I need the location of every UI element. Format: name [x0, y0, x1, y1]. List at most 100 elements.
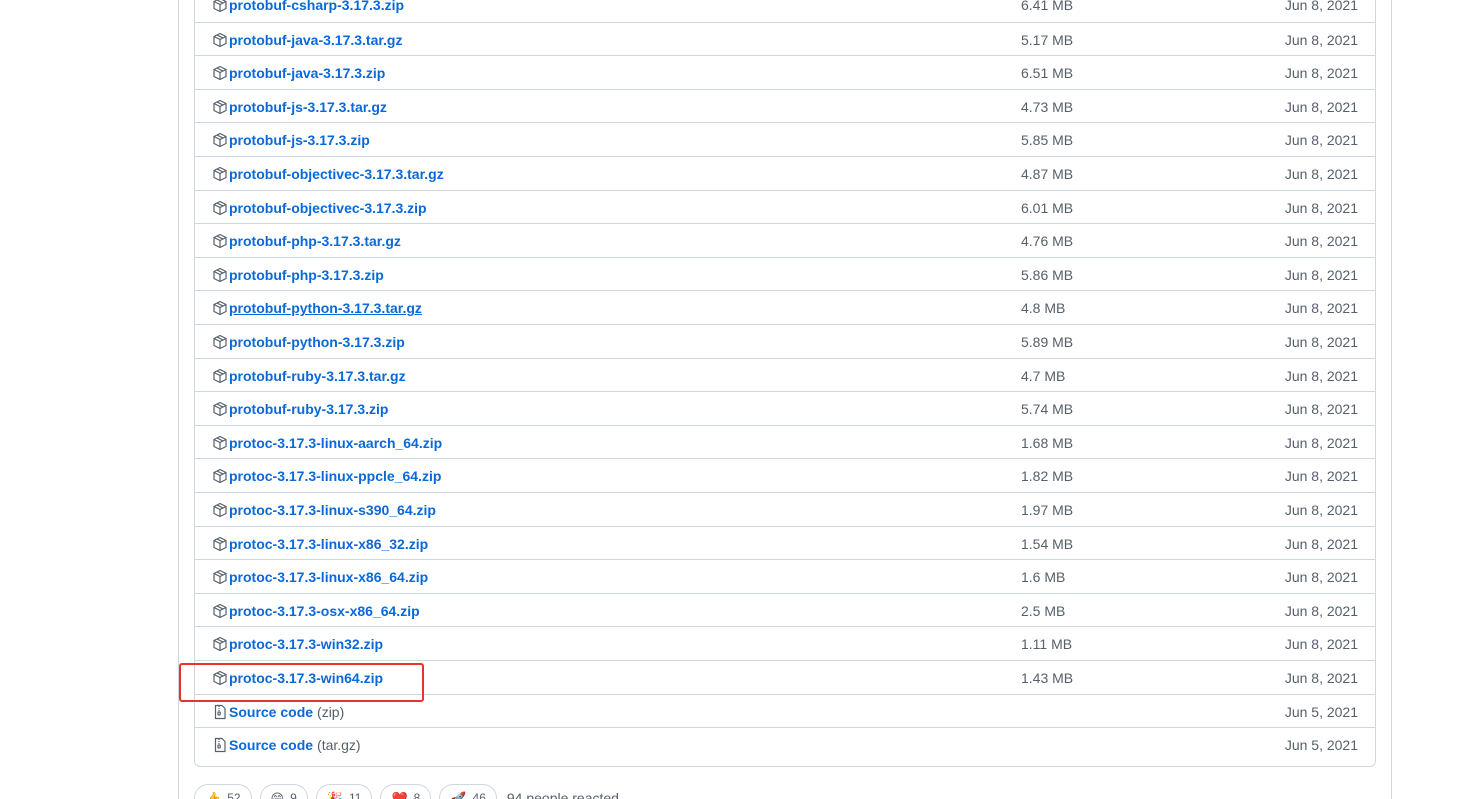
asset-link[interactable]: protobuf-csharp-3.17.3.zip	[212, 0, 404, 22]
asset-link[interactable]: protobuf-python-3.17.3.zip	[212, 325, 405, 359]
reaction-count: 52	[227, 791, 241, 799]
asset-date: Jun 8, 2021	[1284, 602, 1358, 619]
reaction-button[interactable]: 🚀 46	[439, 784, 497, 799]
asset-size: 2.5 MB	[1021, 602, 1066, 619]
asset-date: Jun 8, 2021	[1284, 300, 1358, 317]
reaction-count: 11	[348, 791, 362, 799]
asset-row: protobuf-js-3.17.3.tar.gz 4.73 MB Jun 8, 2…	[195, 88, 1375, 124]
rocket-icon: 🚀	[450, 790, 467, 799]
asset-row: Source code (zip) Jun 5, 2021	[195, 693, 1375, 729]
reaction-count: 46	[472, 791, 486, 799]
asset-link[interactable]: protobuf-objectivec-3.17.3.tar.gz	[212, 157, 444, 191]
asset-link[interactable]: protobuf-js-3.17.3.tar.gz	[212, 90, 387, 124]
asset-link[interactable]: protoc-3.17.3-linux-aarch_64.zip	[212, 426, 442, 460]
reactions-summary: 94 people reacted	[506, 790, 619, 799]
asset-link[interactable]: protobuf-python-3.17.3.tar.gz	[212, 291, 422, 325]
asset-date: Jun 8, 2021	[1284, 468, 1358, 485]
asset-row: Source code (tar.gz) Jun 5, 2021	[195, 727, 1375, 761]
asset-link[interactable]: protobuf-java-3.17.3.tar.gz	[212, 23, 402, 57]
asset-row: protobuf-java-3.17.3.tar.gz 5.17 MB Jun 8,…	[195, 21, 1375, 57]
asset-row: protobuf-python-3.17.3.zip 5.89 MB Jun 8, …	[195, 324, 1375, 358]
asset-row: protobuf-php-3.17.3.tar.gz 4.76 MB Jun 8, …	[195, 223, 1375, 257]
asset-name: protobuf-php-3.17.3.tar.gz	[229, 233, 401, 250]
asset-size: 6.01 MB	[1021, 199, 1074, 216]
asset-name: Source code	[229, 737, 314, 754]
asset-date: Jun 8, 2021	[1284, 0, 1358, 13]
asset-size: 1.43 MB	[1021, 670, 1074, 686]
reaction-button[interactable]: ❤️ 8	[380, 784, 432, 799]
asset-row: protoc-3.17.3-linux-aarch_64.zip 1.68 MB J…	[195, 424, 1375, 460]
asset-size: 6.51 MB	[1021, 65, 1074, 82]
asset-name: protobuf-objectivec-3.17.3.tar.gz	[229, 166, 444, 182]
asset-date: Jun 8, 2021	[1284, 434, 1358, 451]
asset-row: protoc-3.17.3-osx-x86_64.zip 2.5 MB Jun 8,…	[195, 592, 1375, 628]
asset-row: protobuf-python-3.17.3.tar.gz 4.8 MB Jun 8…	[195, 290, 1375, 324]
reaction-button[interactable]: 😄 9	[259, 784, 308, 799]
asset-row: protobuf-objectivec-3.17.3.zip 6.01 MB Jun…	[195, 189, 1375, 225]
asset-size: 1.97 MB	[1021, 502, 1074, 518]
asset-size: 4.76 MB	[1021, 233, 1074, 250]
asset-row: protoc-3.17.3-linux-s390_64.zip 1.97 MB Ju…	[195, 492, 1375, 526]
asset-date: Jun 8, 2021	[1284, 31, 1358, 48]
asset-link[interactable]: protobuf-php-3.17.3.zip	[212, 258, 384, 292]
asset-link[interactable]: protobuf-java-3.17.3.zip	[212, 56, 385, 90]
asset-link[interactable]: protobuf-objectivec-3.17.3.zip	[212, 191, 427, 225]
package-icon	[212, 435, 228, 451]
package-icon	[212, 468, 228, 484]
asset-date: Jun 5, 2021	[1284, 703, 1358, 720]
asset-link[interactable]: protoc-3.17.3-win64.zip	[212, 661, 383, 695]
heart-icon: ❤️	[391, 790, 408, 799]
asset-link[interactable]: protobuf-ruby-3.17.3.zip	[212, 392, 388, 426]
asset-row: protobuf-ruby-3.17.3.zip 5.74 MB Jun 8, 20…	[195, 391, 1375, 425]
asset-name: protoc-3.17.3-linux-ppcle_64.zip	[229, 468, 442, 485]
reactions-bar: 👍 52 😄 9 🎉 11 ❤️ 8 🚀 46 94 people reacted	[194, 783, 619, 799]
smile-icon: 😄	[270, 790, 285, 799]
asset-link[interactable]: protobuf-php-3.17.3.tar.gz	[212, 224, 401, 258]
asset-name: protobuf-java-3.17.3.zip	[229, 65, 386, 82]
package-icon	[212, 200, 228, 216]
asset-size: 5.17 MB	[1021, 31, 1074, 48]
reaction-count: 9	[290, 791, 297, 799]
hooray-icon: 🎉	[326, 790, 343, 799]
asset-date: Jun 8, 2021	[1284, 132, 1358, 149]
asset-name: protobuf-objectivec-3.17.3.zip	[229, 199, 427, 216]
asset-size: 4.73 MB	[1021, 98, 1074, 115]
asset-row: protoc-3.17.3-linux-x86_64.zip 1.6 MB Jun …	[195, 559, 1375, 593]
asset-name: protobuf-js-3.17.3.zip	[229, 132, 370, 149]
asset-name: protobuf-java-3.17.3.tar.gz	[229, 31, 403, 48]
asset-link[interactable]: protoc-3.17.3-linux-ppcle_64.zip	[212, 459, 441, 493]
package-icon	[212, 132, 228, 148]
asset-link[interactable]: protobuf-ruby-3.17.3.tar.gz	[212, 359, 406, 393]
asset-link[interactable]: protoc-3.17.3-osx-x86_64.zip	[212, 594, 420, 628]
asset-link[interactable]: protoc-3.17.3-win32.zip	[212, 627, 383, 661]
asset-name: protoc-3.17.3-osx-x86_64.zip	[229, 602, 420, 619]
asset-link[interactable]: protoc-3.17.3-linux-x86_64.zip	[212, 560, 428, 594]
asset-size: 1.11 MB	[1021, 636, 1073, 653]
release-assets-page: protobuf-csharp-3.17.3.zip 6.41 MB Jun 8, …	[0, 0, 1471, 799]
asset-name: protobuf-python-3.17.3.tar.gz	[229, 300, 422, 317]
package-icon	[212, 300, 228, 316]
package-icon	[212, 334, 228, 350]
asset-link[interactable]: protobuf-js-3.17.3.zip	[212, 123, 370, 157]
package-icon	[212, 636, 228, 652]
assets-list: protobuf-csharp-3.17.3.zip 6.41 MB Jun 8, …	[194, 0, 1376, 767]
package-icon	[212, 0, 228, 13]
asset-row: protobuf-objectivec-3.17.3.tar.gz 4.87 MB…	[195, 156, 1375, 190]
package-icon	[212, 99, 228, 115]
asset-date: Jun 8, 2021	[1284, 166, 1358, 182]
reaction-button[interactable]: 👍 52	[194, 784, 252, 799]
asset-row: protobuf-js-3.17.3.zip 5.85 MB Jun 8, 2021	[195, 122, 1375, 156]
asset-size: 4.8 MB	[1021, 300, 1066, 317]
asset-link[interactable]: Source code (tar.gz)	[212, 728, 361, 762]
asset-link[interactable]: Source code (zip)	[212, 695, 344, 729]
asset-date: Jun 8, 2021	[1284, 636, 1358, 653]
thumbs-up-icon: 👍	[205, 790, 222, 799]
asset-link[interactable]: protoc-3.17.3-linux-s390_64.zip	[212, 493, 436, 527]
asset-row: protoc-3.17.3-linux-ppcle_64.zip 1.82 MB J…	[195, 458, 1375, 492]
asset-size: 5.85 MB	[1021, 132, 1074, 149]
package-icon	[212, 32, 228, 48]
file-zip-icon	[212, 737, 228, 753]
asset-link[interactable]: protoc-3.17.3-linux-x86_32.zip	[212, 527, 428, 561]
reaction-button[interactable]: 🎉 11	[315, 784, 373, 799]
package-icon	[212, 65, 228, 81]
